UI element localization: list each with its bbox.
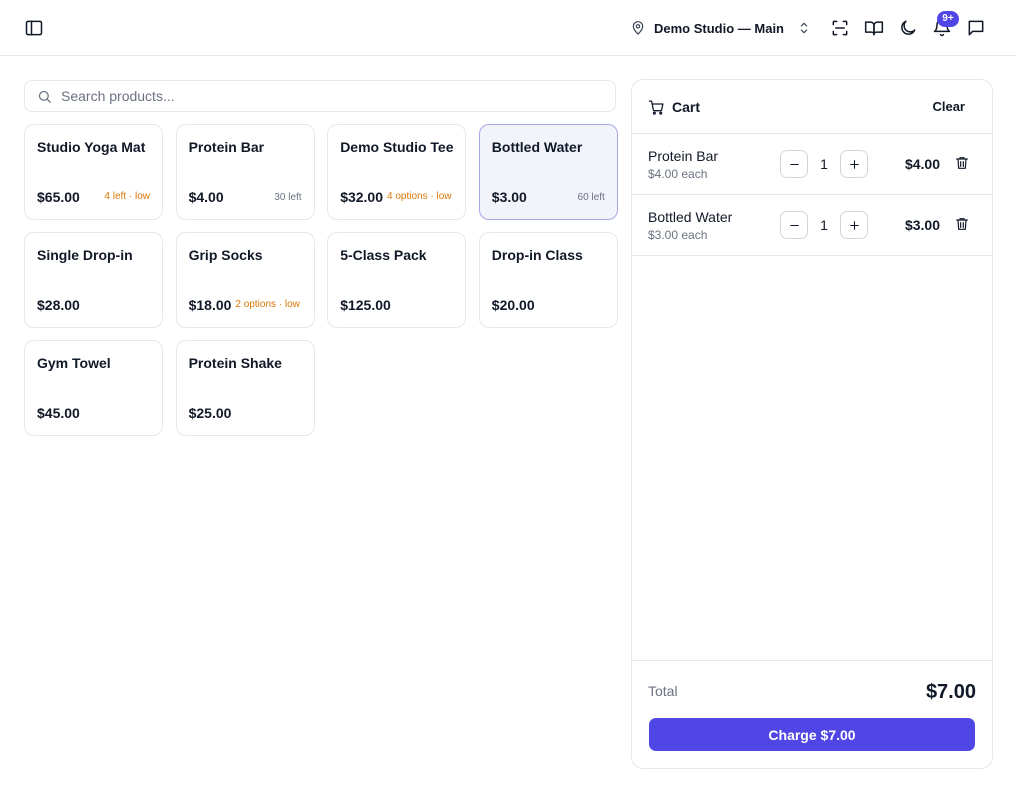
search-icon bbox=[38, 90, 51, 103]
notification-badge: 9+ bbox=[937, 11, 959, 27]
product-grid: Studio Yoga Mat $65.00 4 left · low Prot… bbox=[24, 124, 618, 436]
cart-title: Cart bbox=[672, 99, 701, 115]
cart-item-quantity: 1 bbox=[820, 217, 828, 233]
cart-panel: Cart Clear Protein Bar $4.00 each 1 $4.0… bbox=[631, 79, 993, 769]
product-card[interactable]: 5-Class Pack $125.00 bbox=[327, 232, 467, 328]
cart-item-unit-price: $3.00 each bbox=[648, 228, 708, 242]
product-name: 5-Class Pack bbox=[340, 247, 427, 263]
minus-icon bbox=[789, 163, 799, 165]
product-price: $25.00 bbox=[188, 405, 232, 421]
sidebar-toggle-icon[interactable] bbox=[22, 16, 46, 40]
stock-label: 4 options · low bbox=[387, 191, 452, 202]
product-card[interactable]: Gym Towel $45.00 bbox=[24, 340, 163, 436]
cart-item: Protein Bar $4.00 each 1 $4.00 bbox=[632, 134, 992, 195]
product-price: $32.00 bbox=[340, 189, 384, 205]
product-price: $18.00 bbox=[188, 297, 232, 313]
clear-cart-button[interactable]: Clear bbox=[932, 99, 965, 114]
product-card[interactable]: Bottled Water $3.00 60 left bbox=[478, 124, 618, 220]
total-value: $7.00 bbox=[925, 681, 976, 703]
cart-item-quantity: 1 bbox=[820, 156, 828, 172]
product-name: Demo Studio Tee bbox=[340, 139, 454, 155]
product-card[interactable]: Studio Yoga Mat $65.00 4 left · low bbox=[24, 124, 163, 220]
cart-item-name: Bottled Water bbox=[648, 209, 733, 225]
search-input[interactable] bbox=[61, 81, 611, 111]
product-price: $20.00 bbox=[491, 297, 535, 313]
cart-header: Cart Clear bbox=[632, 80, 992, 134]
shopping-cart-icon bbox=[648, 100, 664, 115]
stock-label: 60 left bbox=[577, 191, 605, 203]
decrease-quantity-button[interactable] bbox=[780, 211, 808, 239]
product-card[interactable]: Protein Bar $4.00 30 left bbox=[175, 124, 315, 220]
cart-item: Bottled Water $3.00 each 1 $3.00 bbox=[632, 195, 992, 256]
product-name: Gym Towel bbox=[37, 355, 111, 371]
total-label: Total bbox=[648, 683, 678, 699]
top-bar: Demo Studio — Main 9+ bbox=[0, 0, 1016, 56]
plus-icon bbox=[849, 220, 859, 230]
product-name: Protein Bar bbox=[188, 139, 265, 155]
cart-footer: Total $7.00 Charge $7.00 bbox=[632, 660, 992, 769]
product-price: $4.00 bbox=[188, 189, 224, 205]
product-name: Grip Socks bbox=[188, 247, 263, 263]
cart-item-unit-price: $4.00 each bbox=[648, 167, 708, 181]
product-name: Protein Shake bbox=[188, 355, 282, 371]
decrease-quantity-button[interactable] bbox=[780, 150, 808, 178]
cart-item-total: $3.00 bbox=[904, 217, 940, 233]
cart-item-name: Protein Bar bbox=[648, 148, 719, 164]
product-card[interactable]: Grip Socks $18.00 2 options · low bbox=[175, 232, 315, 328]
scan-icon[interactable] bbox=[828, 16, 852, 40]
minus-icon bbox=[789, 224, 799, 226]
product-card[interactable]: Drop-in Class $20.00 bbox=[478, 232, 618, 328]
studio-name: Demo Studio — Main bbox=[654, 20, 784, 36]
stock-label: 4 left · low bbox=[104, 191, 150, 202]
product-price: $125.00 bbox=[340, 297, 391, 313]
map-pin-icon bbox=[632, 21, 644, 35]
product-price: $65.00 bbox=[37, 189, 80, 205]
stock-label: 30 left bbox=[274, 191, 302, 203]
stock-label: 2 options · low bbox=[235, 299, 300, 310]
increase-quantity-button[interactable] bbox=[840, 211, 868, 239]
trash-icon[interactable] bbox=[954, 216, 970, 232]
increase-quantity-button[interactable] bbox=[840, 150, 868, 178]
product-name: Single Drop-in bbox=[37, 247, 133, 263]
cart-item-total: $4.00 bbox=[904, 156, 940, 172]
product-price: $45.00 bbox=[37, 405, 80, 421]
product-card[interactable]: Single Drop-in $28.00 bbox=[24, 232, 163, 328]
message-icon[interactable] bbox=[964, 16, 988, 40]
product-name: Drop-in Class bbox=[491, 247, 583, 263]
book-icon[interactable] bbox=[862, 16, 886, 40]
product-card[interactable]: Demo Studio Tee $32.00 4 options · low bbox=[327, 124, 467, 220]
trash-icon[interactable] bbox=[954, 155, 970, 171]
product-name: Studio Yoga Mat bbox=[37, 139, 146, 155]
product-search bbox=[24, 80, 616, 112]
chevron-up-down-icon bbox=[800, 22, 808, 34]
studio-selector[interactable]: Demo Studio — Main bbox=[630, 16, 812, 40]
product-price: $28.00 bbox=[37, 297, 80, 313]
product-name: Bottled Water bbox=[491, 139, 583, 155]
pos-app: Demo Studio — Main 9+ Studio Yoga Mat $6… bbox=[0, 0, 1016, 792]
product-card[interactable]: Protein Shake $25.00 bbox=[175, 340, 315, 436]
charge-button[interactable]: Charge $7.00 bbox=[649, 718, 975, 751]
plus-icon bbox=[849, 159, 859, 169]
product-price: $3.00 bbox=[491, 189, 527, 205]
moon-icon[interactable] bbox=[896, 16, 920, 40]
